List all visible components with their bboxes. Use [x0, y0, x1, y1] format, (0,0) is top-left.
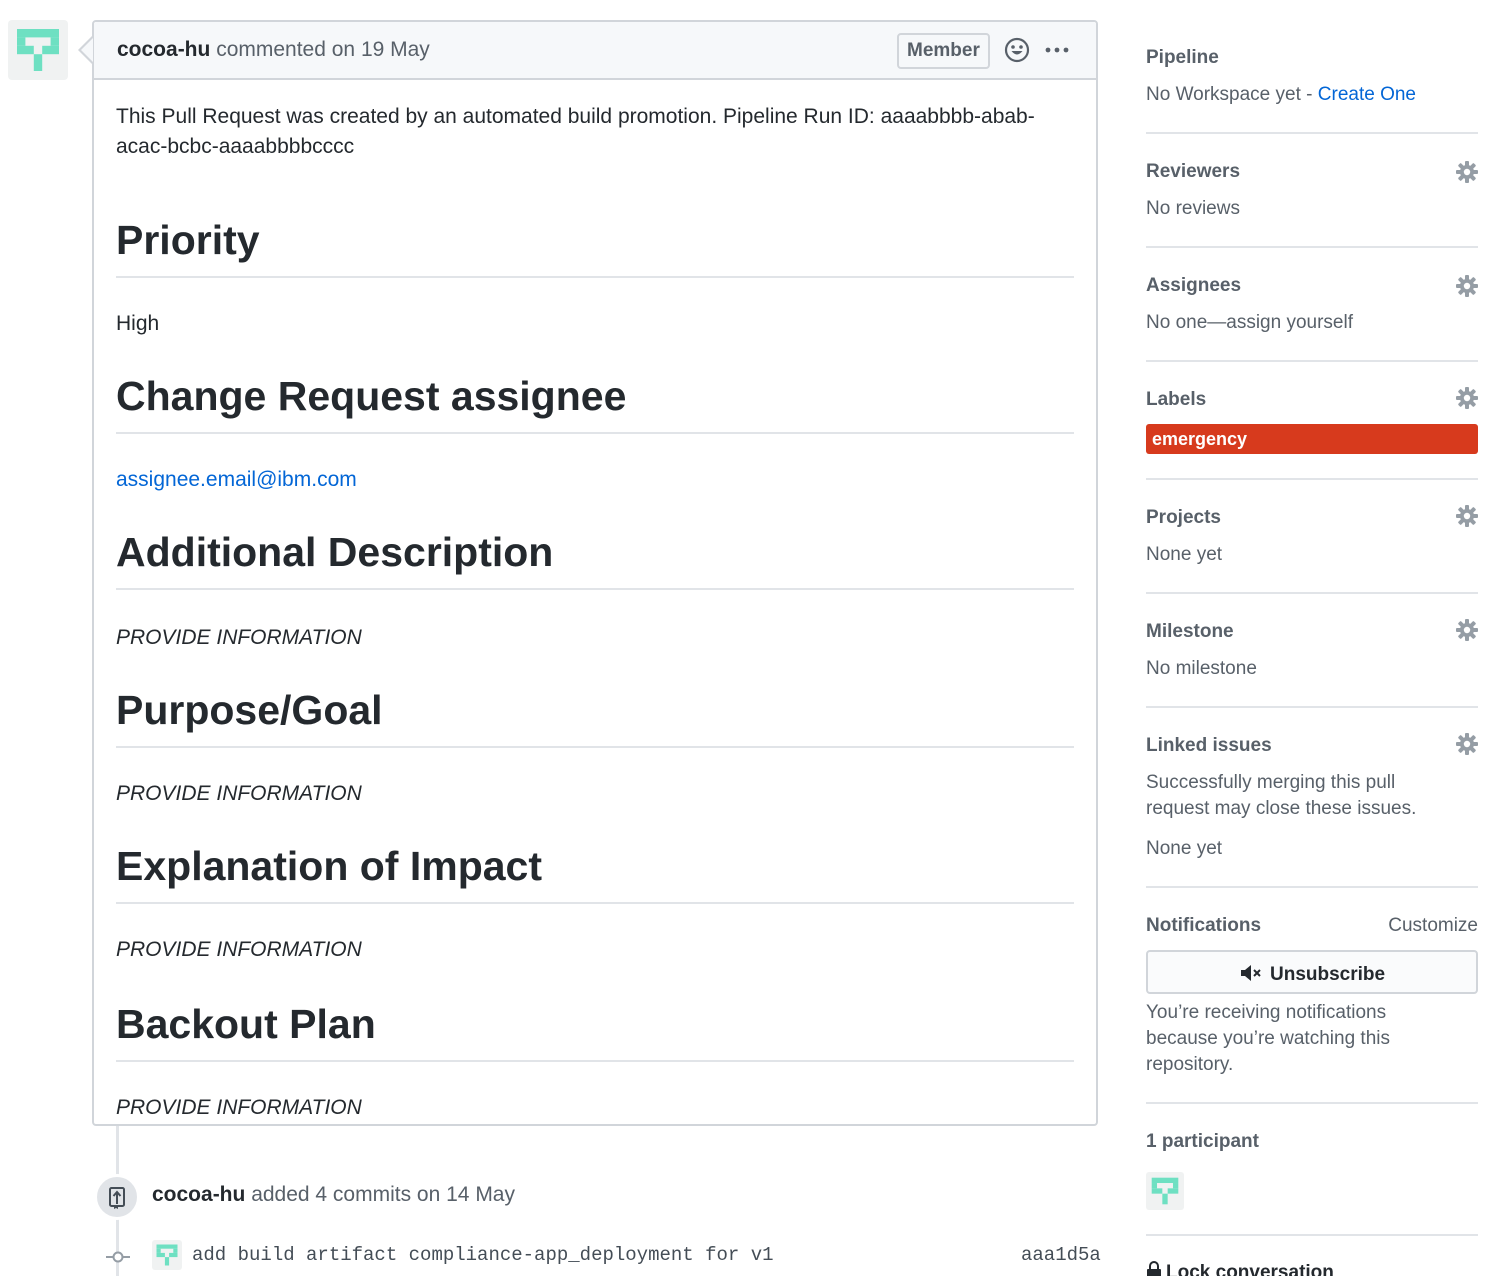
notification-reason-1: You’re receiving notifications	[1146, 1002, 1387, 1023]
participant-avatar[interactable]	[1146, 1172, 1184, 1210]
comment-date[interactable]: on 19 May	[332, 38, 430, 61]
gear-icon[interactable]	[1456, 619, 1478, 641]
labels-title[interactable]: Labels	[1146, 389, 1206, 411]
kebab-icon[interactable]	[1044, 36, 1070, 64]
linked-issues-desc-1: Successfully merging this pull	[1146, 772, 1396, 793]
gear-icon[interactable]	[1456, 505, 1478, 527]
backout-plan-value: PROVIDE INFORMATION	[116, 1096, 362, 1119]
divider	[1146, 478, 1478, 480]
pipeline-value: No Workspace yet - Create One	[1146, 82, 1416, 108]
commit-author-avatar[interactable]	[152, 1240, 182, 1270]
heading-cr-assignee: Change Request assignee	[116, 370, 1074, 434]
projects-value: None yet	[1146, 544, 1223, 565]
commit-message-link[interactable]: add build artifact compliance-app_deploy…	[192, 1244, 774, 1266]
additional-description-value: PROVIDE INFORMATION	[116, 626, 362, 649]
heading-explanation-impact: Explanation of Impact	[116, 840, 1074, 904]
comment-header: cocoa-hu commented on 19 May Member	[81, 22, 1096, 80]
identicon-image	[17, 29, 59, 71]
comment-meta: cocoa-hu commented on 19 May	[117, 38, 430, 62]
pipeline-title: Pipeline	[1146, 47, 1219, 68]
notification-reason-3: repository.	[1146, 1054, 1234, 1075]
divider	[1146, 1102, 1478, 1104]
comment-action: commented	[216, 38, 326, 61]
unsubscribe-label: Unsubscribe	[1270, 964, 1386, 985]
linked-issues-value: None yet	[1146, 838, 1223, 859]
linked-issues-desc-2: request may close these issues.	[1146, 798, 1417, 819]
milestone-value: No milestone	[1146, 658, 1257, 679]
gear-icon[interactable]	[1456, 387, 1478, 409]
heading-additional-description: Additional Description	[116, 526, 1074, 590]
push-icon	[94, 1174, 140, 1220]
sidebar: Pipeline No Workspace yet - Create One R…	[1146, 0, 1478, 1276]
participants-title: 1 participant	[1146, 1131, 1259, 1152]
intro-paragraph: This Pull Request was created by an auto…	[116, 105, 1035, 158]
unsubscribe-button[interactable]: Unsubscribe	[1146, 950, 1478, 994]
pipeline-status: No Workspace yet -	[1146, 84, 1318, 105]
divider	[1146, 706, 1478, 708]
reviewers-title[interactable]: Reviewers	[1146, 161, 1240, 183]
lock-conversation-link[interactable]: Lock conversation	[1146, 1260, 1334, 1276]
notifications-title: Notifications	[1146, 915, 1262, 936]
mute-icon	[1241, 965, 1261, 981]
pr-description-comment: cocoa-hu commented on 19 May Member This…	[78, 20, 1098, 1126]
commits-event: cocoa-hu added 4 commits on 14 May	[152, 1183, 515, 1207]
create-one-link[interactable]: Create One	[1318, 84, 1416, 105]
heading-purpose-goal: Purpose/Goal	[116, 684, 1074, 748]
divider	[1146, 592, 1478, 594]
gear-icon[interactable]	[1456, 275, 1478, 297]
reviewers-value: No reviews	[1146, 198, 1240, 219]
assign-yourself-link[interactable]: No one—assign yourself	[1146, 310, 1353, 336]
projects-title[interactable]: Projects	[1146, 507, 1221, 529]
milestone-title[interactable]: Milestone	[1146, 621, 1234, 643]
heading-backout-plan: Backout Plan	[116, 998, 1074, 1062]
divider	[1146, 886, 1478, 888]
member-badge: Member	[897, 33, 990, 69]
explanation-impact-value: PROVIDE INFORMATION	[116, 938, 362, 961]
comment-author-link[interactable]: cocoa-hu	[117, 38, 210, 61]
notification-reason-2: because you’re watching this	[1146, 1028, 1390, 1049]
heading-priority: Priority	[116, 214, 1074, 278]
lock-conversation-label: Lock conversation	[1166, 1262, 1334, 1276]
event-author-link[interactable]: cocoa-hu	[152, 1183, 245, 1206]
gear-icon[interactable]	[1456, 161, 1478, 183]
lock-icon	[1147, 1261, 1161, 1276]
label-emergency[interactable]: emergency	[1146, 424, 1478, 454]
priority-value: High	[116, 312, 160, 335]
linked-issues-title[interactable]: Linked issues	[1146, 735, 1272, 757]
event-description: added 4 commits on 14 May	[251, 1183, 515, 1206]
purpose-goal-value: PROVIDE INFORMATION	[116, 782, 362, 805]
divider	[1146, 1234, 1478, 1236]
gear-icon[interactable]	[1456, 733, 1478, 755]
commit-icon	[106, 1248, 130, 1266]
commit-sha-link[interactable]: aaa1d5a	[1021, 1244, 1101, 1266]
customize-link[interactable]: Customize	[1388, 915, 1478, 937]
author-avatar[interactable]	[8, 20, 68, 80]
divider	[1146, 132, 1478, 134]
assignees-title[interactable]: Assignees	[1146, 275, 1241, 297]
divider	[1146, 360, 1478, 362]
divider	[1146, 246, 1478, 248]
assignee-email-link[interactable]: assignee.email@ibm.com	[116, 468, 357, 492]
smiley-icon[interactable]	[1003, 36, 1031, 64]
